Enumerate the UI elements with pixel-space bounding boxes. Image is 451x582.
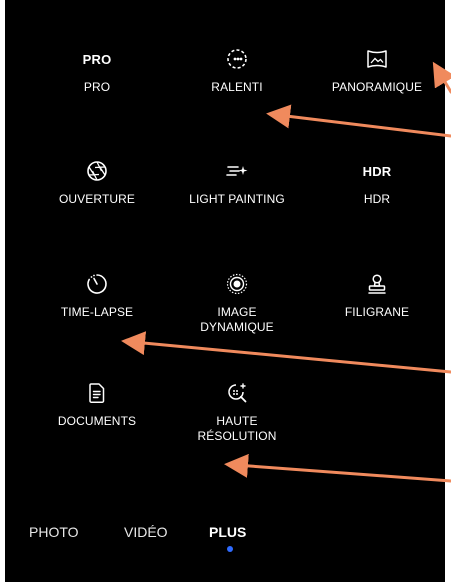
mode-tab-photo[interactable]: PHOTO bbox=[29, 524, 79, 540]
mode-moving-picture[interactable]: IMAGE DYNAMIQUE bbox=[167, 273, 307, 335]
timelapse-icon bbox=[27, 273, 167, 295]
high-resolution-icon bbox=[167, 382, 307, 404]
mode-label: HAUTE RÉSOLUTION bbox=[197, 414, 277, 443]
mode-label: PANORAMIQUE bbox=[331, 80, 423, 94]
mode-label: FILIGRANE bbox=[344, 305, 410, 319]
mode-aperture[interactable]: OUVERTURE bbox=[27, 160, 167, 207]
mode-pro[interactable]: PRO PRO bbox=[27, 48, 167, 95]
watermark-stamp-icon bbox=[307, 273, 445, 295]
mode-light-painting[interactable]: LIGHT PAINTING bbox=[167, 160, 307, 207]
active-mode-indicator bbox=[227, 546, 233, 552]
aperture-icon bbox=[27, 160, 167, 182]
document-icon bbox=[27, 382, 167, 404]
mode-label: PRO bbox=[83, 80, 111, 94]
mode-tab-plus[interactable]: PLUS bbox=[209, 524, 246, 540]
light-painting-icon bbox=[167, 160, 307, 182]
mode-tab-video[interactable]: VIDÉO bbox=[124, 524, 168, 540]
pro-text-icon: PRO bbox=[82, 51, 112, 67]
mode-label: OUVERTURE bbox=[58, 192, 136, 206]
mode-label: IMAGE DYNAMIQUE bbox=[200, 305, 274, 334]
mode-label: TIME-LAPSE bbox=[60, 305, 134, 319]
slow-motion-icon bbox=[167, 48, 307, 70]
mode-label: HDR bbox=[363, 192, 391, 206]
mode-timelapse[interactable]: TIME-LAPSE bbox=[27, 273, 167, 320]
mode-panorama[interactable]: PANORAMIQUE bbox=[307, 48, 445, 95]
mode-label: RALENTI bbox=[211, 80, 263, 94]
mode-label: DOCUMENTS bbox=[57, 414, 137, 428]
camera-more-modes-screen: PRO PRO RALENTI PANORAMIQUE OUVERTURE LI… bbox=[5, 0, 445, 582]
mode-grid: PRO PRO RALENTI PANORAMIQUE OUVERTURE LI… bbox=[5, 0, 445, 480]
moving-picture-icon bbox=[167, 273, 307, 295]
mode-slow-motion[interactable]: RALENTI bbox=[167, 48, 307, 95]
mode-documents[interactable]: DOCUMENTS bbox=[27, 382, 167, 429]
mode-high-resolution[interactable]: HAUTE RÉSOLUTION bbox=[167, 382, 307, 444]
mode-switcher-bar: PHOTO VIDÉO PLUS bbox=[5, 520, 445, 560]
mode-watermark[interactable]: FILIGRANE bbox=[307, 273, 445, 320]
panorama-icon bbox=[307, 48, 445, 70]
mode-hdr[interactable]: HDR HDR bbox=[307, 160, 445, 207]
hdr-text-icon: HDR bbox=[362, 163, 392, 179]
mode-label: LIGHT PAINTING bbox=[189, 192, 285, 206]
